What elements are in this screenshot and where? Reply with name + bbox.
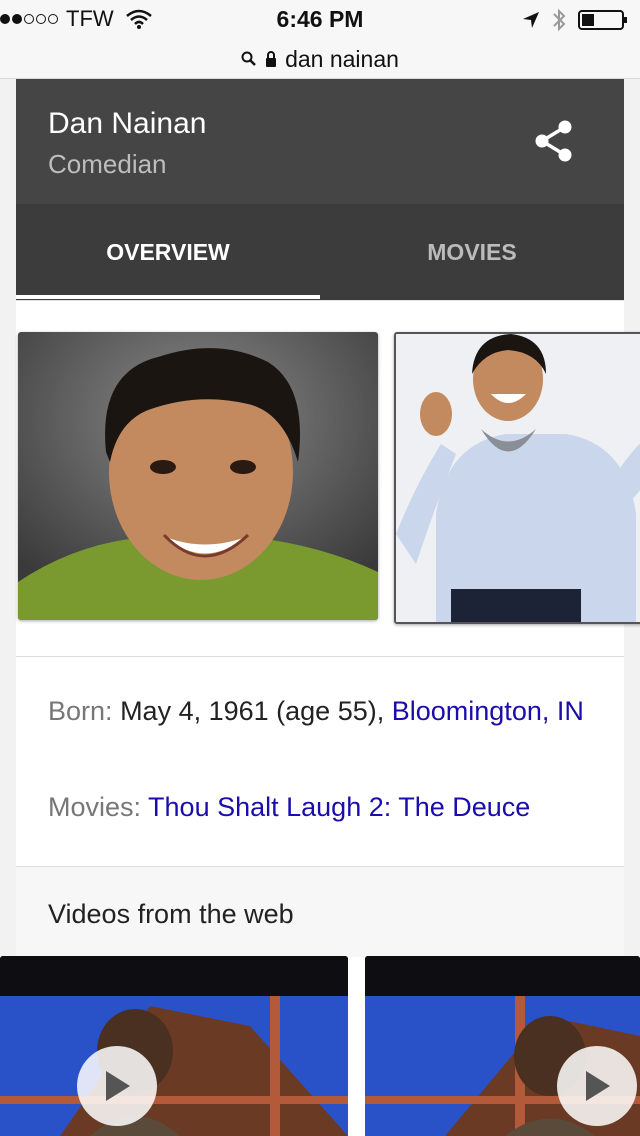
waving-photo[interactable]: [394, 332, 640, 624]
location-arrow-icon: [523, 12, 539, 28]
video-thumbnail[interactable]: [365, 956, 640, 1136]
status-bar: TFW 6:46 PM: [0, 0, 640, 40]
portrait-photo[interactable]: [18, 332, 378, 620]
born-place-link[interactable]: Bloomington, IN: [392, 696, 584, 726]
play-button[interactable]: [77, 1046, 157, 1126]
play-icon: [586, 1071, 610, 1101]
play-button[interactable]: [557, 1046, 637, 1126]
video-thumbnail[interactable]: [0, 956, 348, 1136]
born-value: May 4, 1961 (age 55),: [120, 696, 385, 726]
play-icon: [106, 1071, 130, 1101]
lock-icon: [266, 51, 277, 67]
knowledge-panel-header: Dan Nainan Comedian: [16, 79, 624, 204]
address-bar[interactable]: dan nainan: [0, 40, 640, 79]
videos-heading: Videos from the web: [48, 899, 294, 929]
search-icon: [241, 51, 256, 66]
battery-icon: [578, 10, 627, 30]
entity-subtitle: Comedian: [48, 149, 167, 179]
section-divider: [16, 656, 624, 657]
url-query: dan nainan: [285, 45, 399, 72]
movies-fact: Movies: Thou Shalt Laugh 2: The Deuce: [48, 787, 608, 827]
born-fact: Born: May 4, 1961 (age 55), Bloomington,…: [48, 691, 608, 731]
active-tab-indicator: [16, 295, 320, 299]
tab-bar: OVERVIEW MOVIES: [16, 204, 624, 300]
born-label: Born:: [48, 696, 113, 726]
movie-link[interactable]: Thou Shalt Laugh 2: The Deuce: [148, 792, 530, 822]
bluetooth-icon: [553, 8, 566, 32]
divider: [16, 300, 624, 301]
entity-name: Dan Nainan: [48, 107, 207, 140]
tab-overview[interactable]: OVERVIEW: [16, 204, 320, 300]
movies-label: Movies:: [48, 792, 142, 822]
share-icon[interactable]: [534, 119, 574, 163]
image-carousel: [16, 332, 640, 624]
tab-movies[interactable]: MOVIES: [320, 204, 624, 300]
